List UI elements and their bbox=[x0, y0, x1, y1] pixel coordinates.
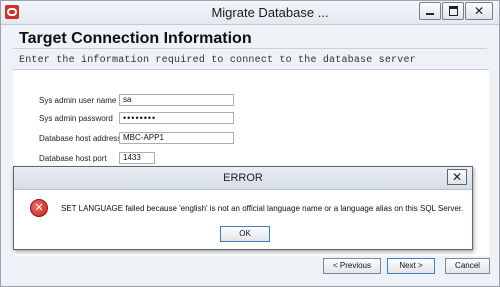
cancel-button[interactable]: Cancel bbox=[445, 258, 490, 274]
page-title: Target Connection Information bbox=[19, 30, 252, 47]
sys-admin-user-input[interactable]: sa bbox=[119, 94, 234, 106]
database-host-port-label: Database host port bbox=[39, 154, 107, 163]
minimize-button[interactable] bbox=[419, 2, 441, 20]
database-host-address-input[interactable]: MBC-APP1 bbox=[119, 132, 234, 144]
error-message: SET LANGUAGE failed because 'english' is… bbox=[61, 204, 464, 213]
migrate-database-window: Migrate Database ... ✕ Target Connection… bbox=[0, 0, 500, 287]
close-icon: ✕ bbox=[451, 170, 463, 184]
ok-button[interactable]: OK bbox=[220, 226, 270, 242]
close-button[interactable]: ✕ bbox=[465, 2, 493, 20]
database-host-address-label: Database host address bbox=[39, 134, 122, 143]
error-dialog-titlebar[interactable]: ERROR ✕ bbox=[14, 167, 472, 190]
header-divider bbox=[13, 48, 487, 49]
previous-button[interactable]: < Previous bbox=[323, 258, 381, 274]
sys-admin-password-label: Sys admin password bbox=[39, 114, 113, 123]
error-dialog-title: ERROR bbox=[223, 172, 263, 184]
error-icon: ✕ bbox=[30, 199, 48, 217]
sys-admin-user-label: Sys admin user name bbox=[39, 96, 117, 105]
maximize-icon bbox=[448, 6, 458, 16]
close-icon: ✕ bbox=[473, 4, 485, 18]
page-subtitle: Enter the information required to connec… bbox=[19, 55, 416, 66]
minimize-icon bbox=[426, 13, 434, 15]
error-dialog-close-button[interactable]: ✕ bbox=[447, 169, 467, 185]
database-host-port-input[interactable]: 1433 bbox=[119, 152, 155, 164]
sys-admin-password-input[interactable]: •••••••• bbox=[119, 112, 234, 124]
maximize-button[interactable] bbox=[442, 2, 464, 20]
error-dialog: ERROR ✕ ✕ SET LANGUAGE failed because 'e… bbox=[13, 166, 473, 250]
next-button[interactable]: Next > bbox=[387, 258, 435, 274]
window-titlebar[interactable]: Migrate Database ... ✕ bbox=[1, 1, 499, 25]
